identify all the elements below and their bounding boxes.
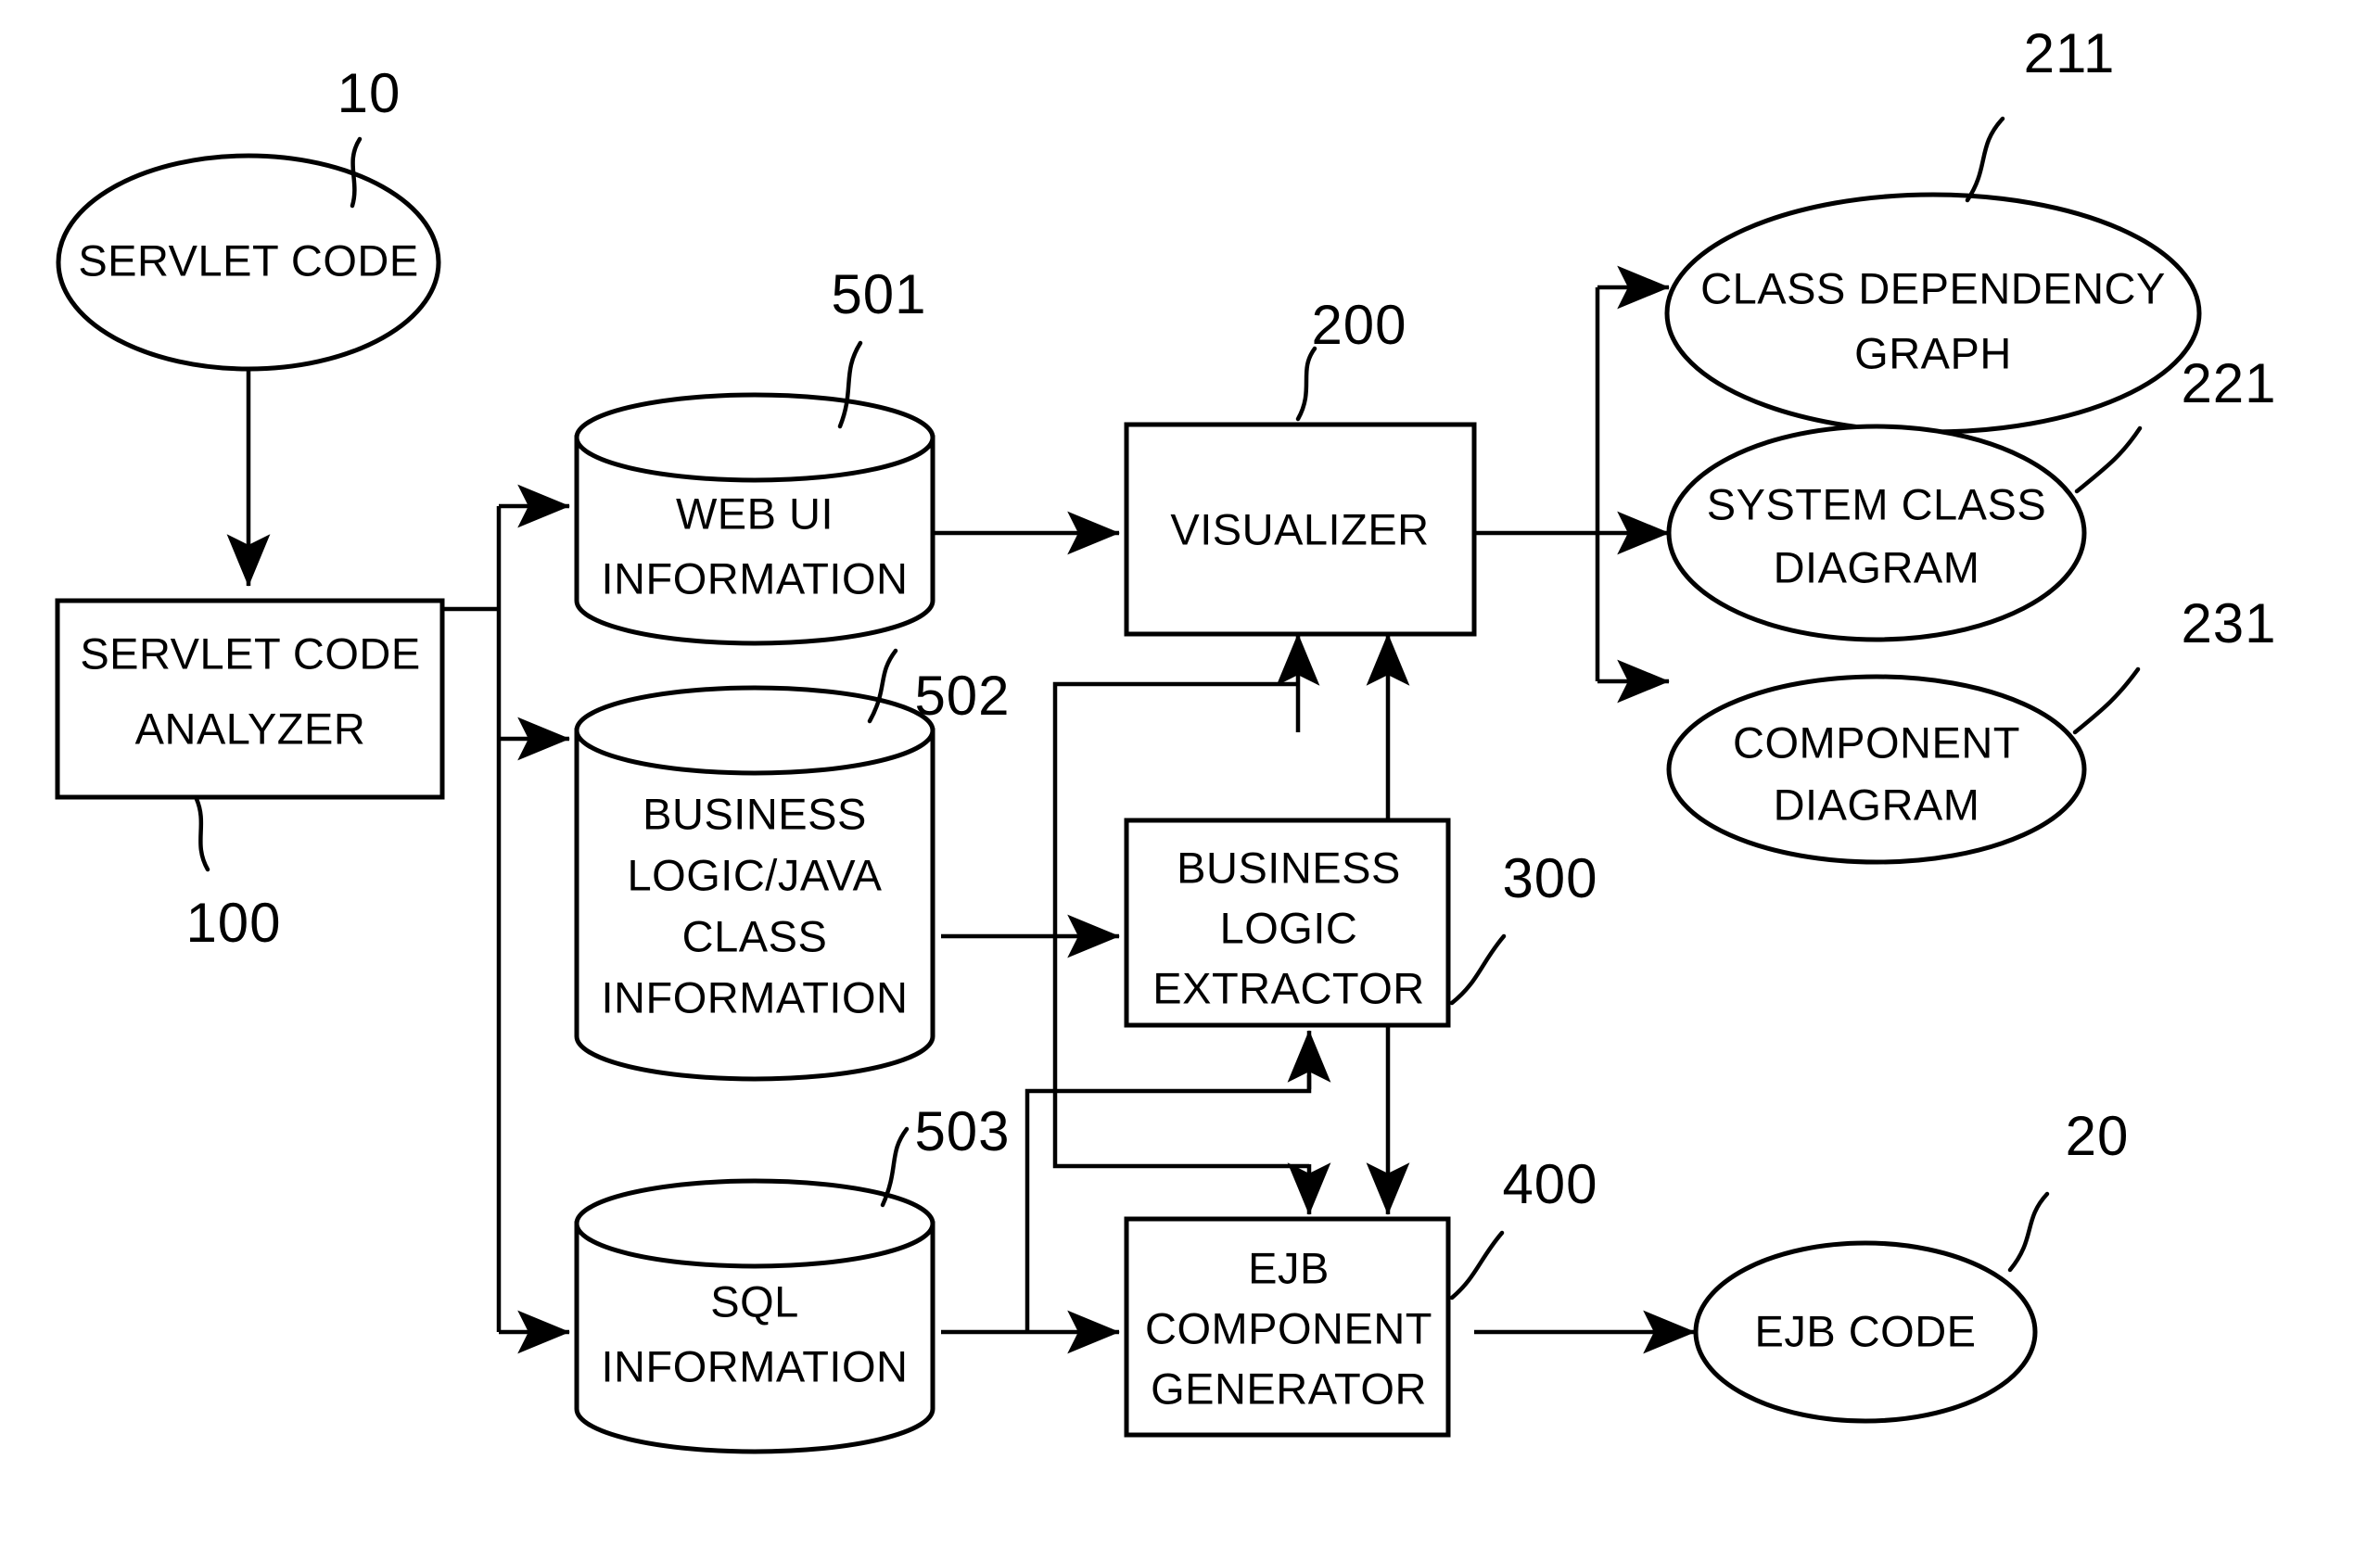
ref-503: 503 (880, 1100, 1010, 1208)
business-logic-extractor-label-line2: LOGIC (1220, 903, 1358, 952)
node-visualizer[interactable]: VISUALIZER (1124, 422, 1477, 637)
ref-label-20: 20 (2066, 1105, 2130, 1167)
ref-300: 300 (1449, 847, 1597, 1006)
web-ui-information-label-line2: INFORMATION (602, 553, 909, 603)
ref-label-400: 400 (1502, 1153, 1597, 1215)
node-servlet-code-analyzer[interactable]: SERVLET CODE ANALYZER (55, 598, 445, 800)
ref-label-501: 501 (831, 263, 926, 325)
ref-label-211: 211 (2024, 22, 2116, 84)
ref-100: 100 (185, 796, 281, 954)
business-logic-info-label-line3: CLASS (682, 911, 828, 960)
servlet-code-label: SERVLET CODE (78, 235, 418, 285)
servlet-code-analyzer-label-line1: SERVLET CODE (80, 628, 420, 678)
business-logic-info-label-line4: INFORMATION (602, 972, 909, 1021)
ref-label-300: 300 (1502, 847, 1597, 909)
ref-20: 20 (2007, 1105, 2130, 1273)
web-ui-information-label-line1: WEB UI (676, 489, 834, 538)
ref-label-502: 502 (914, 665, 1010, 727)
visualizer-label: VISUALIZER (1170, 504, 1429, 553)
ref-200: 200 (1295, 294, 1406, 422)
node-servlet-code[interactable]: SERVLET CODE (56, 153, 441, 372)
node-sql-information[interactable]: SQL INFORMATION (574, 1178, 935, 1454)
ref-label-200: 200 (1311, 294, 1406, 356)
node-ejb-component-generator[interactable]: EJB COMPONENT GENERATOR (1124, 1216, 1451, 1438)
business-logic-info-label-line1: BUSINESS (643, 789, 867, 838)
system-class-diagram-label-line1: SYSTEM CLASS (1707, 479, 2046, 528)
business-logic-extractor-label-line3: EXTRACTOR (1152, 963, 1425, 1012)
class-dependency-graph-label-line2: GRAPH (1854, 328, 2012, 377)
sql-information-label-line2: INFORMATION (602, 1341, 909, 1390)
sql-information-label-line1: SQL (710, 1276, 799, 1326)
ejb-component-generator-label-line3: GENERATOR (1151, 1364, 1427, 1413)
node-component-diagram[interactable]: COMPONENT DIAGRAM (1666, 674, 2087, 865)
ejb-component-generator-label-line2: COMPONENT (1145, 1303, 1432, 1352)
node-web-ui-information[interactable]: WEB UI INFORMATION (574, 392, 935, 646)
ref-label-503: 503 (914, 1100, 1010, 1162)
system-class-diagram-label-line2: DIAGRAM (1774, 542, 1980, 591)
ref-400: 400 (1449, 1153, 1597, 1301)
node-business-logic-extractor[interactable]: BUSINESS LOGIC EXTRACTOR (1124, 818, 1451, 1028)
node-class-dependency-graph[interactable]: CLASS DEPENDENCY GRAPH (1664, 192, 2202, 435)
ref-501: 501 (831, 263, 926, 429)
patent-figure-canvas: SERVLET CODE 10 SERVLET CODE ANALYZER 10… (0, 0, 2380, 1548)
component-diagram-label-line1: COMPONENT (1733, 717, 2020, 767)
servlet-code-analyzer-label-line2: ANALYZER (135, 704, 366, 753)
node-ejb-code[interactable]: EJB CODE (1693, 1240, 2038, 1424)
ref-label-100: 100 (185, 892, 281, 954)
ref-label-231: 231 (2181, 592, 2276, 654)
ref-label-221: 221 (2181, 352, 2276, 414)
node-system-class-diagram[interactable]: SYSTEM CLASS DIAGRAM (1666, 424, 2087, 642)
node-business-logic-java-class-information[interactable]: BUSINESS LOGIC/JAVA CLASS INFORMATION (574, 685, 935, 1082)
business-logic-extractor-label-line1: BUSINESS (1177, 843, 1401, 892)
ref-211: 211 (1965, 22, 2116, 203)
business-logic-info-label-line2: LOGIC/JAVA (628, 850, 883, 899)
ref-label-10: 10 (337, 62, 401, 124)
component-diagram-label-line2: DIAGRAM (1774, 780, 1980, 829)
connector-layer (226, 265, 1696, 1354)
ejb-code-label: EJB CODE (1754, 1306, 1976, 1355)
class-dependency-graph-label-line1: CLASS DEPENDENCY (1700, 263, 2166, 312)
ejb-component-generator-label-line1: EJB (1248, 1243, 1330, 1292)
ref-231: 231 (2072, 592, 2276, 735)
